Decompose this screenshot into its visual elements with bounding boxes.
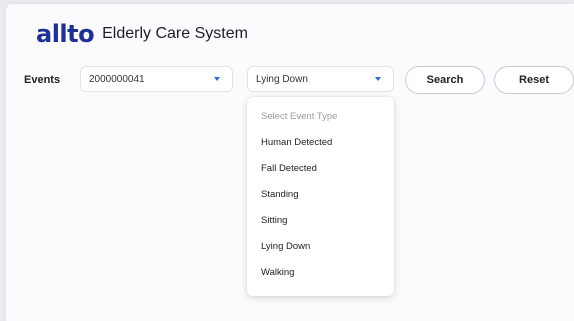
reset-button[interactable]: Reset — [494, 66, 574, 94]
search-button[interactable]: Search — [405, 66, 485, 94]
chevron-down-icon — [214, 77, 220, 81]
dropdown-option-human-detected[interactable]: Human Detected — [247, 129, 394, 155]
dropdown-option-walking[interactable]: Walking — [247, 259, 394, 285]
device-select[interactable]: 2000000041 — [80, 66, 233, 92]
dropdown-option-fall-detected[interactable]: Fall Detected — [247, 155, 394, 181]
event-type-dropdown: Select Event Type Human Detected Fall De… — [247, 97, 394, 296]
app-title: Elderly Care System — [102, 25, 248, 42]
logo: allto — [36, 20, 95, 48]
app-header: allto Elderly Care System — [36, 20, 248, 48]
dropdown-option-standing[interactable]: Standing — [247, 181, 394, 207]
event-type-select[interactable]: Lying Down — [247, 66, 394, 92]
chevron-down-icon — [375, 77, 381, 81]
device-select-value: 2000000041 — [89, 73, 145, 85]
dropdown-placeholder: Select Event Type — [261, 110, 338, 122]
event-type-select-value: Lying Down — [256, 73, 308, 85]
events-label: Events — [24, 74, 61, 86]
filter-toolbar: Events — [24, 66, 82, 94]
dropdown-option-sitting[interactable]: Sitting — [247, 207, 394, 233]
dropdown-option-lying-down[interactable]: Lying Down — [247, 233, 394, 259]
